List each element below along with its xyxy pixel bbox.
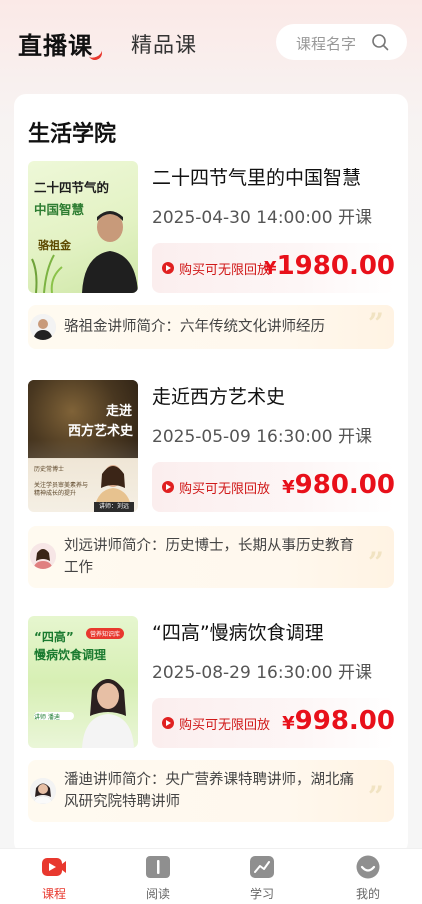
teacher-avatar — [30, 543, 56, 569]
chart-icon — [249, 855, 275, 879]
play-icon — [41, 855, 67, 879]
teacher-intro: 潘迪讲师简介：央广营养课特聘讲师，湖北痛 风研究院特聘讲师 ” — [28, 760, 394, 822]
teacher-intro-text: 骆祖金讲师简介：六年传统文化讲师经历 — [64, 319, 325, 335]
thumb-teacher-name: 讲师：刘远 — [94, 502, 134, 512]
thumb-tag: 营养知识库 — [86, 628, 125, 639]
thumb-title-line1: “四高” — [34, 630, 74, 644]
teacher-intro-text: 刘远讲师简介：历史博士，长期从事历史教育 工作 — [64, 538, 354, 576]
search-placeholder: 课程名字 — [296, 35, 357, 53]
course-card[interactable]: 走进 西方艺术史 历史常博士 关注学员审美素养与 精神成长的提升 讲师：刘远 走… — [28, 380, 400, 610]
course-card[interactable]: “四高” 营养知识库 慢病饮食调理 讲师 潘迪 “四高”慢病饮食调理 2025-… — [28, 616, 400, 852]
buy-replay-label: 购买可无限回放 — [179, 263, 271, 278]
nav-label: 课程 — [41, 887, 66, 901]
search-input[interactable]: 课程名字 — [276, 24, 407, 60]
nav-item-mine[interactable]: 我的 — [338, 855, 398, 902]
buy-replay-label: 购买可无限回放 — [179, 718, 271, 733]
course-start-time: 2025-04-30 14:00:00 开课 — [152, 208, 372, 228]
buy-replay-box[interactable]: 购买可无限回放 ¥998.00 — [152, 698, 395, 748]
search-icon[interactable] — [371, 33, 389, 51]
course-thumbnail[interactable]: 走进 西方艺术史 历史常博士 关注学员审美素养与 精神成长的提升 讲师：刘远 — [28, 380, 138, 512]
course-thumbnail[interactable]: 二十四节气的 中国智慧 骆祖金 — [28, 161, 138, 293]
profile-icon — [355, 855, 381, 879]
painting-background — [28, 380, 138, 458]
quote-icon: ” — [367, 780, 384, 813]
buy-replay-box[interactable]: 购买可无限回放 ¥980.00 — [152, 462, 395, 512]
play-circle-icon — [162, 481, 174, 493]
section-title: 生活学院 — [28, 121, 117, 147]
thumb-bullet: 精神成长的提升 — [34, 490, 77, 497]
course-price: ¥1980.00 — [264, 251, 395, 281]
thumb-title-line1: 二十四节气的 — [34, 180, 110, 195]
tab-premium-course[interactable]: 精品课 — [131, 29, 197, 59]
nav-label: 阅读 — [145, 887, 170, 901]
quote-icon: ” — [367, 307, 384, 340]
thumb-teacher-name: 骆祖金 — [38, 239, 71, 252]
thumb-title-line2: 西方艺术史 — [67, 424, 133, 439]
thumb-title-line2: 慢病饮食调理 — [34, 648, 107, 662]
nav-item-reading[interactable]: 阅读 — [128, 855, 188, 902]
teacher-intro-text: 潘迪讲师简介：央广营养课特聘讲师，湖北痛 风研究院特聘讲师 — [64, 772, 354, 810]
nav-label: 学习 — [249, 887, 274, 901]
thumb-bullet: 历史常博士 — [34, 466, 65, 473]
course-price: ¥980.00 — [282, 470, 395, 500]
teacher-intro: 骆祖金讲师简介：六年传统文化讲师经历 ” — [28, 305, 394, 349]
top-header: 直播课 精品课 课程名字 — [0, 0, 422, 90]
teacher-avatar — [30, 778, 56, 804]
nav-item-course[interactable]: 课程 — [24, 855, 84, 902]
thumb-teacher-name: 讲师 潘迪 — [34, 714, 60, 721]
play-circle-icon — [162, 717, 174, 729]
course-title[interactable]: 走近西方艺术史 — [152, 382, 285, 409]
thumb-title-line1: 走进 — [105, 404, 132, 419]
course-start-time: 2025-08-29 16:30:00 开课 — [152, 663, 372, 683]
nav-label: 我的 — [355, 887, 380, 901]
teacher-photo-icon — [82, 679, 134, 748]
play-circle-icon — [162, 262, 174, 274]
buy-replay-box[interactable]: 购买可无限回放 ¥1980.00 — [152, 243, 395, 293]
course-start-time: 2025-05-09 16:30:00 开课 — [152, 427, 372, 447]
tab-live-course[interactable]: 直播课 — [18, 26, 93, 61]
course-card[interactable]: 二十四节气的 中国智慧 骆祖金 二十四节气里的中国智慧 2025-04-30 1… — [28, 161, 400, 379]
course-price: ¥998.00 — [282, 706, 395, 736]
course-title[interactable]: “四高”慢病饮食调理 — [152, 618, 324, 645]
nav-item-study[interactable]: 学习 — [232, 855, 292, 902]
course-thumbnail[interactable]: “四高” 营养知识库 慢病饮食调理 讲师 潘迪 — [28, 616, 138, 748]
bottom-nav: 课程 阅读 学习 我的 — [0, 848, 422, 904]
course-title[interactable]: 二十四节气里的中国智慧 — [152, 163, 361, 190]
buy-replay-label: 购买可无限回放 — [179, 482, 271, 497]
teacher-avatar — [30, 314, 56, 340]
thumb-title-line2: 中国智慧 — [34, 202, 85, 217]
teacher-photo-icon — [82, 211, 138, 293]
book-icon — [145, 855, 171, 879]
quote-icon: ” — [367, 546, 384, 579]
teacher-intro: 刘远讲师简介：历史博士，长期从事历史教育 工作 ” — [28, 526, 394, 588]
course-list-panel: 生活学院 二十四节气的 中国智慧 骆祖金 二十四节气里的中国智慧 2025-04… — [14, 94, 408, 854]
